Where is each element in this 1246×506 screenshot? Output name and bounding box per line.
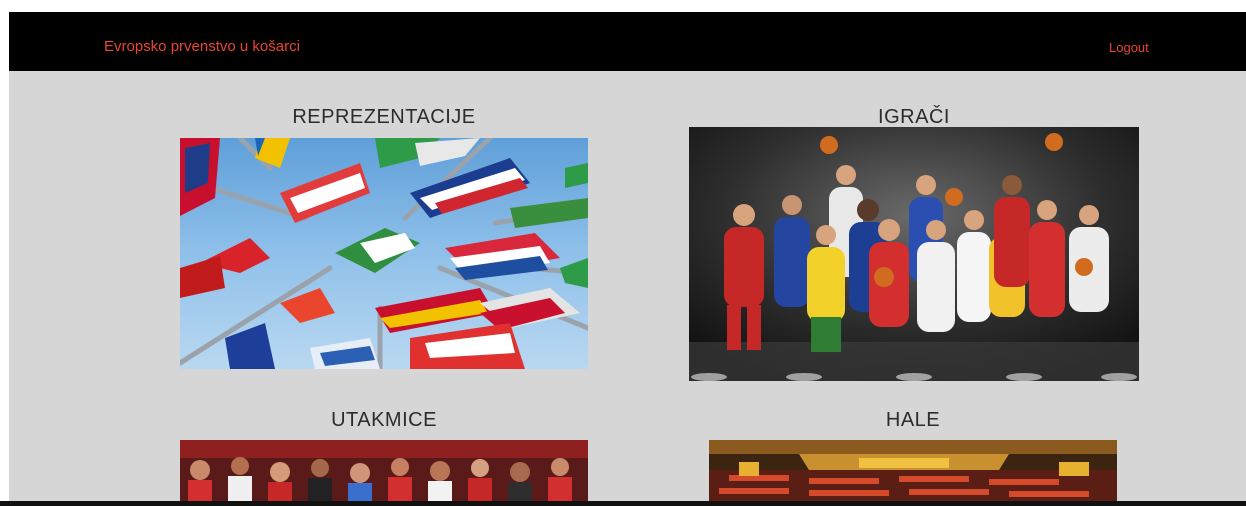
utakmice-image[interactable] xyxy=(180,440,588,501)
reprezentacije-image[interactable] xyxy=(180,138,588,369)
igraci-image[interactable] xyxy=(689,127,1139,381)
players-photo xyxy=(689,127,1139,381)
brand-link[interactable]: Evropsko prvenstvo u košarci xyxy=(104,38,300,55)
section-title-reprezentacije: REPREZENTACIJE xyxy=(292,106,476,128)
navbar: Evropsko prvenstvo u košarci Logout xyxy=(9,12,1246,71)
section-title-hale: HALE xyxy=(885,409,941,431)
arena-photo xyxy=(709,440,1117,501)
section-title-igraci: IGRAČI xyxy=(878,106,950,128)
crowd-photo xyxy=(180,440,588,501)
hale-image[interactable] xyxy=(709,440,1117,501)
page: Evropsko prvenstvo u košarci Logout REPR… xyxy=(9,12,1246,501)
section-title-utakmice: UTAKMICE xyxy=(331,409,437,431)
bottom-edge xyxy=(0,501,1246,506)
logout-link[interactable]: Logout xyxy=(1109,40,1149,55)
flags-photo xyxy=(180,138,588,369)
